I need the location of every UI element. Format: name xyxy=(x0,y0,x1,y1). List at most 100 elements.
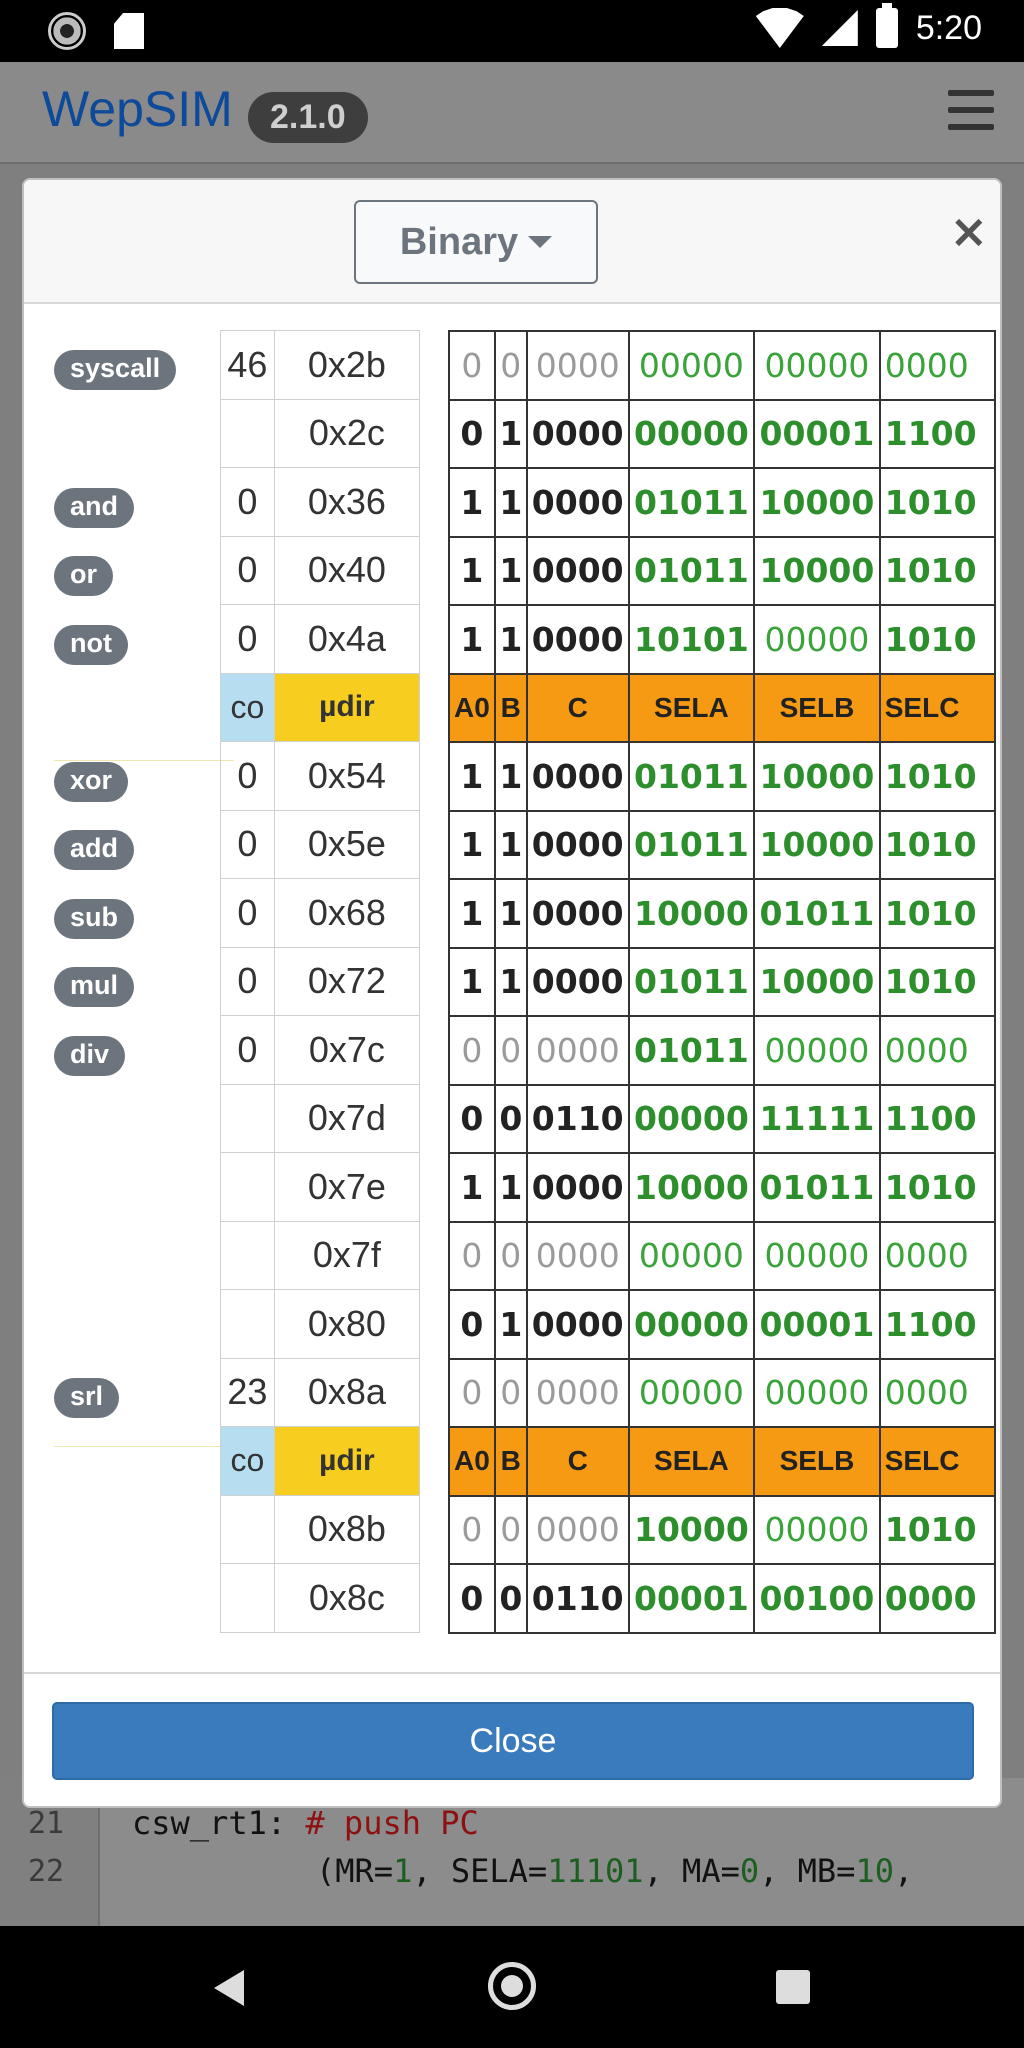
a0-cell: 1 xyxy=(448,809,496,880)
format-dropdown[interactable]: Binary xyxy=(354,200,598,284)
a0-cell: 1 xyxy=(448,878,496,949)
instruction-tag[interactable]: div xyxy=(54,1036,126,1076)
instruction-tag[interactable]: not xyxy=(54,625,128,665)
udir-cell: 0x7f xyxy=(273,1220,421,1290)
c-cell: 0000 xyxy=(525,398,630,469)
a0-cell: 0 xyxy=(448,398,496,469)
c-cell: 0000 xyxy=(525,1220,630,1291)
close-button[interactable]: Close xyxy=(52,1702,974,1780)
modal-footer: Close xyxy=(24,1672,1000,1806)
sela-cell: 00000 xyxy=(627,330,756,401)
c-cell: 0000 xyxy=(525,467,630,538)
instruction-tag[interactable]: srl xyxy=(54,1378,120,1418)
selc-cell: 1010 xyxy=(878,1494,996,1565)
instruction-tag[interactable]: and xyxy=(54,488,135,528)
co-cell: 0 xyxy=(220,878,275,948)
sela-cell: 01011 xyxy=(627,1015,756,1086)
close-icon[interactable]: × xyxy=(949,204,988,258)
address-row: 0x8b xyxy=(220,1494,421,1564)
address-row: 0 0x54 xyxy=(220,741,421,811)
c-cell: 0000 xyxy=(525,809,630,880)
address-row: 0 0x7c xyxy=(220,1015,421,1085)
microcode-row: 1 1 0000 10000 01011 1010 xyxy=(448,1152,996,1223)
c-header: C xyxy=(525,1426,630,1497)
selb-cell: 00000 xyxy=(753,1220,881,1291)
microcode-header-row: A0 B C SELA SELB SELC xyxy=(448,672,996,743)
address-row: 0 0x36 xyxy=(220,467,421,537)
selb-cell: 00001 xyxy=(753,398,881,469)
sela-cell: 10000 xyxy=(627,878,756,949)
c-cell: 0000 xyxy=(525,1015,630,1086)
udir-header: µdir xyxy=(273,672,421,742)
microcode-row: 0 0 0000 01011 00000 0000 xyxy=(448,1015,996,1086)
instruction-tag[interactable]: or xyxy=(54,556,113,596)
co-cell: 0 xyxy=(220,535,275,605)
co-cell xyxy=(220,1152,275,1222)
co-cell xyxy=(220,1289,275,1359)
selb-cell: 00000 xyxy=(753,1015,881,1086)
modal-body[interactable]: syscall and or not xor add sub mul div s… xyxy=(24,306,1000,1650)
recent-apps-icon[interactable] xyxy=(776,1970,810,2004)
menu-icon[interactable] xyxy=(948,90,994,130)
sela-cell: 00001 xyxy=(627,1563,756,1634)
home-icon[interactable] xyxy=(488,1962,536,2010)
selb-header: SELB xyxy=(753,1426,881,1497)
line-number: 21 xyxy=(28,1806,65,1841)
instruction-tag[interactable]: xor xyxy=(54,762,129,802)
selb-cell: 01011 xyxy=(753,1152,881,1223)
microcode-row: 0 0 0000 10000 00000 1010 xyxy=(448,1494,996,1565)
microcode-table-container[interactable]: 0 0 0000 00000 00000 0000 0 1 0000 00000 00001 1100… xyxy=(448,306,996,1650)
brand-logo[interactable]: WepSIM xyxy=(42,80,233,138)
udir-cell: 0x7c xyxy=(273,1015,421,1085)
instruction-tag[interactable]: sub xyxy=(54,899,135,939)
address-row: 46 0x2b xyxy=(220,330,421,400)
address-row: 0 0x72 xyxy=(220,946,421,1016)
address-row: 23 0x8a xyxy=(220,1357,421,1427)
udir-cell: 0x36 xyxy=(273,467,421,537)
co-cell xyxy=(220,1083,275,1153)
udir-cell: 0x8b xyxy=(273,1494,421,1564)
selb-cell: 10000 xyxy=(753,809,881,880)
address-row: 0x7d xyxy=(220,1083,421,1153)
microcode-row: 0 0 0000 00000 00000 0000 xyxy=(448,1357,996,1428)
microcode-row: 0 1 0000 00000 00001 1100 xyxy=(448,1289,996,1360)
a0-cell: 0 xyxy=(448,330,496,401)
c-cell: 0000 xyxy=(525,741,630,812)
co-header: co xyxy=(220,672,275,742)
sela-cell: 01011 xyxy=(627,467,756,538)
clock: 5:20 xyxy=(915,8,982,47)
modal-header: Binary × xyxy=(24,180,1000,304)
b-cell: 1 xyxy=(493,1152,528,1223)
back-icon[interactable] xyxy=(214,1970,244,2006)
co-cell xyxy=(220,398,275,468)
divider xyxy=(54,1446,234,1447)
binary-modal: Binary × syscall and or not xor add sub … xyxy=(22,178,1002,1808)
co-cell: 0 xyxy=(220,467,275,537)
selb-cell: 10000 xyxy=(753,467,881,538)
wifi-icon xyxy=(755,8,804,48)
udir-header: µdir xyxy=(273,1426,421,1496)
b-cell: 0 xyxy=(493,1494,528,1565)
microcode-row: 1 1 0000 01011 10000 1010 xyxy=(448,809,996,880)
sela-cell: 10000 xyxy=(627,1152,756,1223)
sela-cell: 01011 xyxy=(627,535,756,606)
c-cell: 0000 xyxy=(525,1289,630,1360)
address-row: 0 0x5e xyxy=(220,809,421,879)
instruction-tag[interactable]: syscall xyxy=(54,350,177,390)
selb-cell: 00001 xyxy=(753,1289,881,1360)
sela-cell: 01011 xyxy=(627,809,756,880)
microcode-row: 1 1 0000 10000 01011 1010 xyxy=(448,878,996,949)
udir-cell: 0x4a xyxy=(273,604,421,674)
selb-cell: 10000 xyxy=(753,946,881,1017)
selc-cell: 1010 xyxy=(878,535,996,606)
selb-cell: 00000 xyxy=(753,604,881,675)
code-line: csw_rt1: # push PC xyxy=(132,1804,479,1842)
sela-cell: 10101 xyxy=(627,604,756,675)
c-cell: 0000 xyxy=(525,330,630,401)
status-bar: 5:20 xyxy=(0,0,1024,62)
instruction-tag[interactable]: mul xyxy=(54,967,135,1007)
selb-cell: 00000 xyxy=(753,1494,881,1565)
version-badge: 2.1.0 xyxy=(248,92,368,143)
instruction-tag[interactable]: add xyxy=(54,830,135,870)
microcode-row: 0 0 0000 00000 00000 0000 xyxy=(448,330,996,401)
